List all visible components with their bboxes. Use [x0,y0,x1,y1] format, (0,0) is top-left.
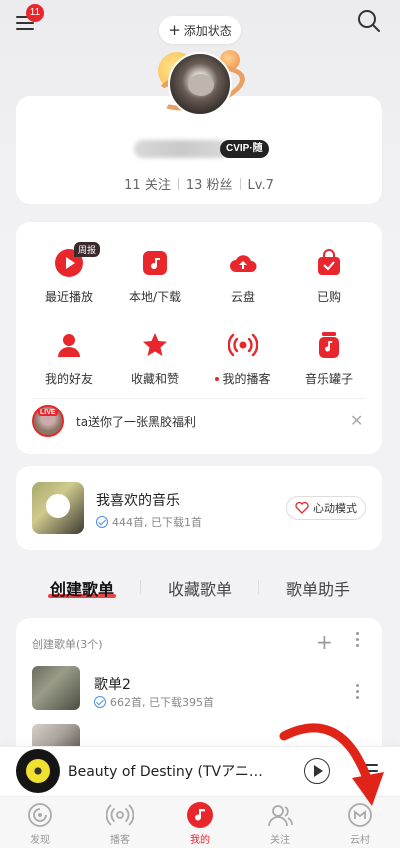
add-status-button[interactable]: + 添加状态 [159,16,241,44]
liked-music-subtitle: 444首, 已下载1首 [96,514,202,530]
grid-label: 音乐罐子 [304,372,353,386]
discover-icon [26,801,54,829]
live-tag: LIVE [38,409,58,416]
my-music-icon [186,801,214,829]
nav-podcast[interactable]: 播客 [80,801,160,846]
follow-icon [266,801,294,829]
liked-music-title: 我喜欢的音乐 [96,493,180,509]
grid-label: 收藏和赞 [130,372,179,386]
tab-playlist-assistant[interactable]: 歌单助手 [286,576,350,600]
shopping-bag-icon [314,248,344,278]
music-note-icon [140,248,170,278]
podcast-icon [105,801,135,829]
search-icon[interactable] [356,8,382,34]
playlist-subtitle: 662首, 已下载395首 [94,694,214,710]
liked-music-cover [32,482,84,534]
grid-label: 本地/下载 [128,290,182,304]
playlist-more-icon[interactable] [356,684,359,699]
weekly-report-tag: 周报 [74,242,101,257]
playlist-name: 歌单2 [94,677,131,693]
plus-icon: + [168,20,181,39]
tab-collected-playlists[interactable]: 收藏歌单 [168,576,232,600]
downloaded-check-icon [94,696,106,708]
created-playlists-card: 创建歌单(3个) + 歌单2 662首, 已下载395首 [16,618,382,758]
downloaded-check-icon [96,516,108,528]
gift-notice[interactable]: LIVE ta送你了一张黑胶福利 ✕ [32,398,366,438]
star-icon [140,330,170,360]
grid-item-recent[interactable]: 周报 最近播放 [24,242,114,305]
vip-badge[interactable]: CVIP·随 [220,140,269,158]
username-blurred [134,140,230,158]
friends-icon [54,330,84,360]
nav-my-music[interactable]: 我的 [160,801,240,846]
playlists-header: 创建歌单(3个) [32,638,103,651]
album-disc[interactable] [16,749,60,793]
cloud-village-icon [346,801,374,829]
grid-label: 我的播客 [198,370,288,387]
heart-mode-button[interactable]: 心动模式 [286,496,366,520]
podcast-icon [227,330,259,360]
grid-item-podcast[interactable]: 我的播客 [198,330,288,387]
playlist-cover [32,666,80,710]
liked-music-card[interactable]: 我喜欢的音乐 444首, 已下载1首 心动模式 [16,466,382,550]
playlist-row[interactable]: 歌单2 662首, 已下载395首 [32,666,366,714]
bottom-navigation: 发现 播客 我的 关注 云村 [0,796,400,848]
playlist-tabs: 创建歌单 收藏歌单 歌单助手 [16,572,382,604]
grid-item-music-jar[interactable]: 音乐罐子 [284,330,374,387]
now-playing-bar[interactable]: Beauty of Destiny (TVアニ… [0,746,400,796]
follows-count[interactable]: 11 关注 [124,178,171,193]
avatar-decoration [150,46,250,130]
play-icon[interactable] [304,758,330,784]
level-label[interactable]: Lv.7 [248,178,274,193]
song-title: Beauty of Destiny (TVアニ… [68,764,263,780]
grid-label: 已购 [316,290,341,304]
more-options-icon[interactable] [356,632,360,647]
live-avatar[interactable]: LIVE [32,405,64,437]
playlist-queue-icon[interactable] [358,759,382,783]
grid-item-cloud[interactable]: 云盘 [198,248,288,305]
tab-created-playlists[interactable]: 创建歌单 [50,576,114,600]
quick-access-card: 周报 最近播放 本地/下载 云盘 已购 我的好友 收藏和赞 我的播客 音乐罐子 … [16,222,382,454]
grid-label: 我的好友 [44,372,93,386]
heart-icon [295,502,309,514]
grid-item-friends[interactable]: 我的好友 [24,330,114,387]
close-icon[interactable]: ✕ [350,411,363,430]
nav-cloud-village[interactable]: 云村 [320,801,400,846]
grid-label: 最近播放 [44,290,93,304]
profile-stats: 11 关注 13 粉丝 Lv.7 [16,174,382,193]
add-playlist-icon[interactable]: + [316,630,333,654]
notice-text: ta送你了一张黑胶福利 [76,415,197,429]
notification-badge: 11 [26,4,44,22]
add-status-label: 添加状态 [183,23,232,38]
cloud-upload-icon [228,248,258,278]
grid-label: 云盘 [230,290,255,304]
grid-item-purchased[interactable]: 已购 [284,248,374,305]
grid-item-favorites[interactable]: 收藏和赞 [110,330,200,387]
fans-count[interactable]: 13 粉丝 [186,178,233,193]
nav-discover[interactable]: 发现 [0,801,80,846]
play-circle-icon: 周报 [54,242,101,278]
unread-dot [215,377,220,381]
nav-follow[interactable]: 关注 [240,801,320,846]
music-jar-icon [314,330,344,360]
avatar[interactable] [168,52,232,116]
top-bar: 11 + 添加状态 [0,0,400,44]
grid-item-local[interactable]: 本地/下载 [110,248,200,305]
